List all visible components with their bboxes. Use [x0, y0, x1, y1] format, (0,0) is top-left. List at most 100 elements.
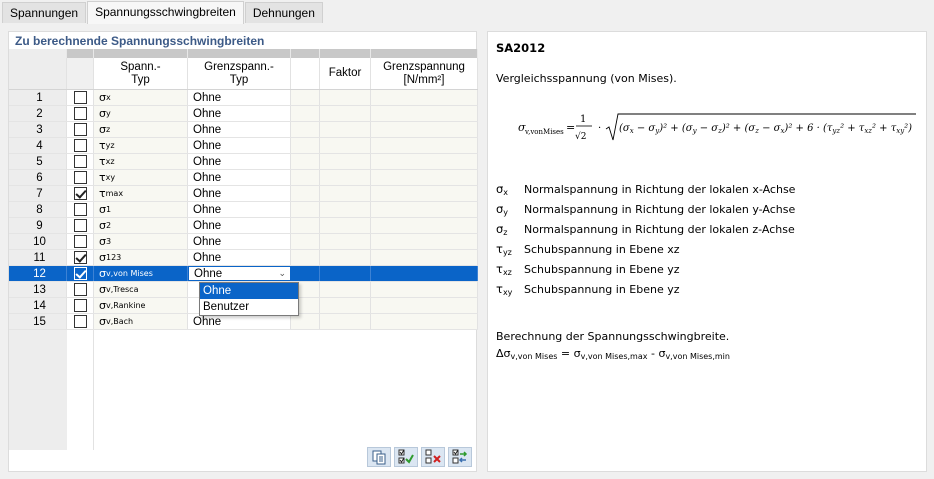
- row-checkbox-cell[interactable]: [67, 314, 94, 329]
- row-checkbox[interactable]: [73, 139, 87, 152]
- row-number[interactable]: 3: [9, 122, 67, 137]
- check-all-icon[interactable]: [394, 447, 418, 467]
- limit-stress-type[interactable]: Ohne: [188, 106, 291, 121]
- limit-stress-type[interactable]: Ohne: [188, 250, 291, 265]
- row-checkbox[interactable]: [73, 315, 87, 328]
- row-checkbox-cell[interactable]: [67, 186, 94, 201]
- row-number[interactable]: 9: [9, 218, 67, 233]
- limit-stress-cell[interactable]: [371, 218, 478, 233]
- tab-spannungsschwingbreiten[interactable]: Spannungsschwingbreiten: [87, 1, 244, 24]
- row-checkbox[interactable]: [73, 283, 87, 296]
- table-row[interactable]: 11 σ 123 Ohne: [9, 250, 478, 266]
- header-spann-typ[interactable]: Spann.- Typ: [94, 58, 188, 89]
- row-checkbox[interactable]: [73, 299, 87, 312]
- row-checkbox[interactable]: [73, 123, 87, 136]
- row-checkbox-cell[interactable]: [67, 106, 94, 121]
- factor-cell[interactable]: [320, 186, 371, 201]
- row-number[interactable]: 10: [9, 234, 67, 249]
- row-checkbox[interactable]: [73, 91, 87, 104]
- factor-cell[interactable]: [320, 170, 371, 185]
- factor-cell[interactable]: [320, 154, 371, 169]
- row-number[interactable]: 7: [9, 186, 67, 201]
- row-checkbox-cell[interactable]: [67, 298, 94, 313]
- factor-cell[interactable]: [320, 138, 371, 153]
- row-number[interactable]: 6: [9, 170, 67, 185]
- factor-cell[interactable]: [320, 234, 371, 249]
- table-row[interactable]: 10 σ 3 Ohne: [9, 234, 478, 250]
- table-row[interactable]: 8 σ 1 Ohne: [9, 202, 478, 218]
- limit-stress-type[interactable]: Ohne: [188, 234, 291, 249]
- table-row[interactable]: 1 σ x Ohne: [9, 90, 478, 106]
- tab-dehnungen[interactable]: Dehnungen: [244, 2, 323, 23]
- row-checkbox-cell[interactable]: [67, 282, 94, 297]
- row-checkbox-cell[interactable]: [67, 90, 94, 105]
- grenz-typ-dropdown-list[interactable]: Ohne Benutzer: [199, 282, 299, 316]
- limit-stress-cell[interactable]: [371, 170, 478, 185]
- row-checkbox-cell[interactable]: [67, 138, 94, 153]
- factor-cell[interactable]: [320, 266, 371, 281]
- header-grenz-typ[interactable]: Grenzspann.- Typ: [188, 58, 291, 89]
- limit-stress-cell[interactable]: [371, 314, 478, 329]
- table-row[interactable]: 7 τ max Ohne: [9, 186, 478, 202]
- row-checkbox-cell[interactable]: [67, 234, 94, 249]
- limit-stress-type[interactable]: Ohne: [188, 314, 291, 329]
- row-checkbox[interactable]: [73, 171, 87, 184]
- limit-stress-type[interactable]: Ohne ⌄: [188, 266, 291, 281]
- factor-cell[interactable]: [320, 250, 371, 265]
- limit-stress-type[interactable]: Ohne: [188, 138, 291, 153]
- row-number[interactable]: 2: [9, 106, 67, 121]
- limit-stress-type[interactable]: Ohne: [188, 202, 291, 217]
- row-checkbox-cell[interactable]: [67, 250, 94, 265]
- limit-stress-type[interactable]: Ohne: [188, 218, 291, 233]
- factor-cell[interactable]: [320, 90, 371, 105]
- limit-stress-cell[interactable]: [371, 266, 478, 281]
- row-number[interactable]: 12: [9, 266, 67, 281]
- table-row[interactable]: 15 σ v,Bach Ohne: [9, 314, 478, 330]
- row-checkbox-cell[interactable]: [67, 218, 94, 233]
- copy-table-icon[interactable]: [367, 447, 391, 467]
- limit-stress-type[interactable]: Ohne: [188, 170, 291, 185]
- limit-stress-cell[interactable]: [371, 186, 478, 201]
- row-checkbox-cell[interactable]: [67, 170, 94, 185]
- row-number[interactable]: 11: [9, 250, 67, 265]
- row-checkbox-cell[interactable]: [67, 202, 94, 217]
- factor-cell[interactable]: [320, 282, 371, 297]
- row-checkbox[interactable]: [73, 251, 87, 264]
- table-row[interactable]: 9 σ 2 Ohne: [9, 218, 478, 234]
- row-number[interactable]: 4: [9, 138, 67, 153]
- limit-stress-type[interactable]: Ohne: [188, 154, 291, 169]
- row-checkbox[interactable]: [73, 203, 87, 216]
- row-number[interactable]: 15: [9, 314, 67, 329]
- table-row[interactable]: 4 τ yz Ohne: [9, 138, 478, 154]
- header-grenzspannung[interactable]: Grenzspannung [N/mm²]: [371, 58, 478, 89]
- limit-stress-type[interactable]: Ohne: [188, 90, 291, 105]
- limit-stress-cell[interactable]: [371, 106, 478, 121]
- toggle-check-icon[interactable]: [448, 447, 472, 467]
- row-number[interactable]: 1: [9, 90, 67, 105]
- factor-cell[interactable]: [320, 298, 371, 313]
- limit-stress-cell[interactable]: [371, 138, 478, 153]
- limit-stress-cell[interactable]: [371, 234, 478, 249]
- factor-cell[interactable]: [320, 314, 371, 329]
- row-checkbox[interactable]: [73, 187, 87, 200]
- dropdown-option-benutzer[interactable]: Benutzer: [200, 299, 298, 315]
- limit-stress-cell[interactable]: [371, 122, 478, 137]
- header-faktor[interactable]: Faktor: [320, 58, 371, 89]
- row-checkbox[interactable]: [73, 107, 87, 120]
- row-number[interactable]: 5: [9, 154, 67, 169]
- tab-spannungen[interactable]: Spannungen: [2, 2, 87, 23]
- row-checkbox-cell[interactable]: [67, 266, 94, 281]
- factor-cell[interactable]: [320, 122, 371, 137]
- limit-stress-type[interactable]: Ohne: [188, 186, 291, 201]
- limit-stress-cell[interactable]: [371, 298, 478, 313]
- limit-stress-cell[interactable]: [371, 202, 478, 217]
- row-checkbox[interactable]: [73, 155, 87, 168]
- limit-stress-cell[interactable]: [371, 250, 478, 265]
- limit-stress-cell[interactable]: [371, 90, 478, 105]
- row-checkbox[interactable]: [73, 219, 87, 232]
- row-checkbox-cell[interactable]: [67, 122, 94, 137]
- row-number[interactable]: 14: [9, 298, 67, 313]
- uncheck-all-icon[interactable]: [421, 447, 445, 467]
- limit-stress-cell[interactable]: [371, 282, 478, 297]
- row-number[interactable]: 8: [9, 202, 67, 217]
